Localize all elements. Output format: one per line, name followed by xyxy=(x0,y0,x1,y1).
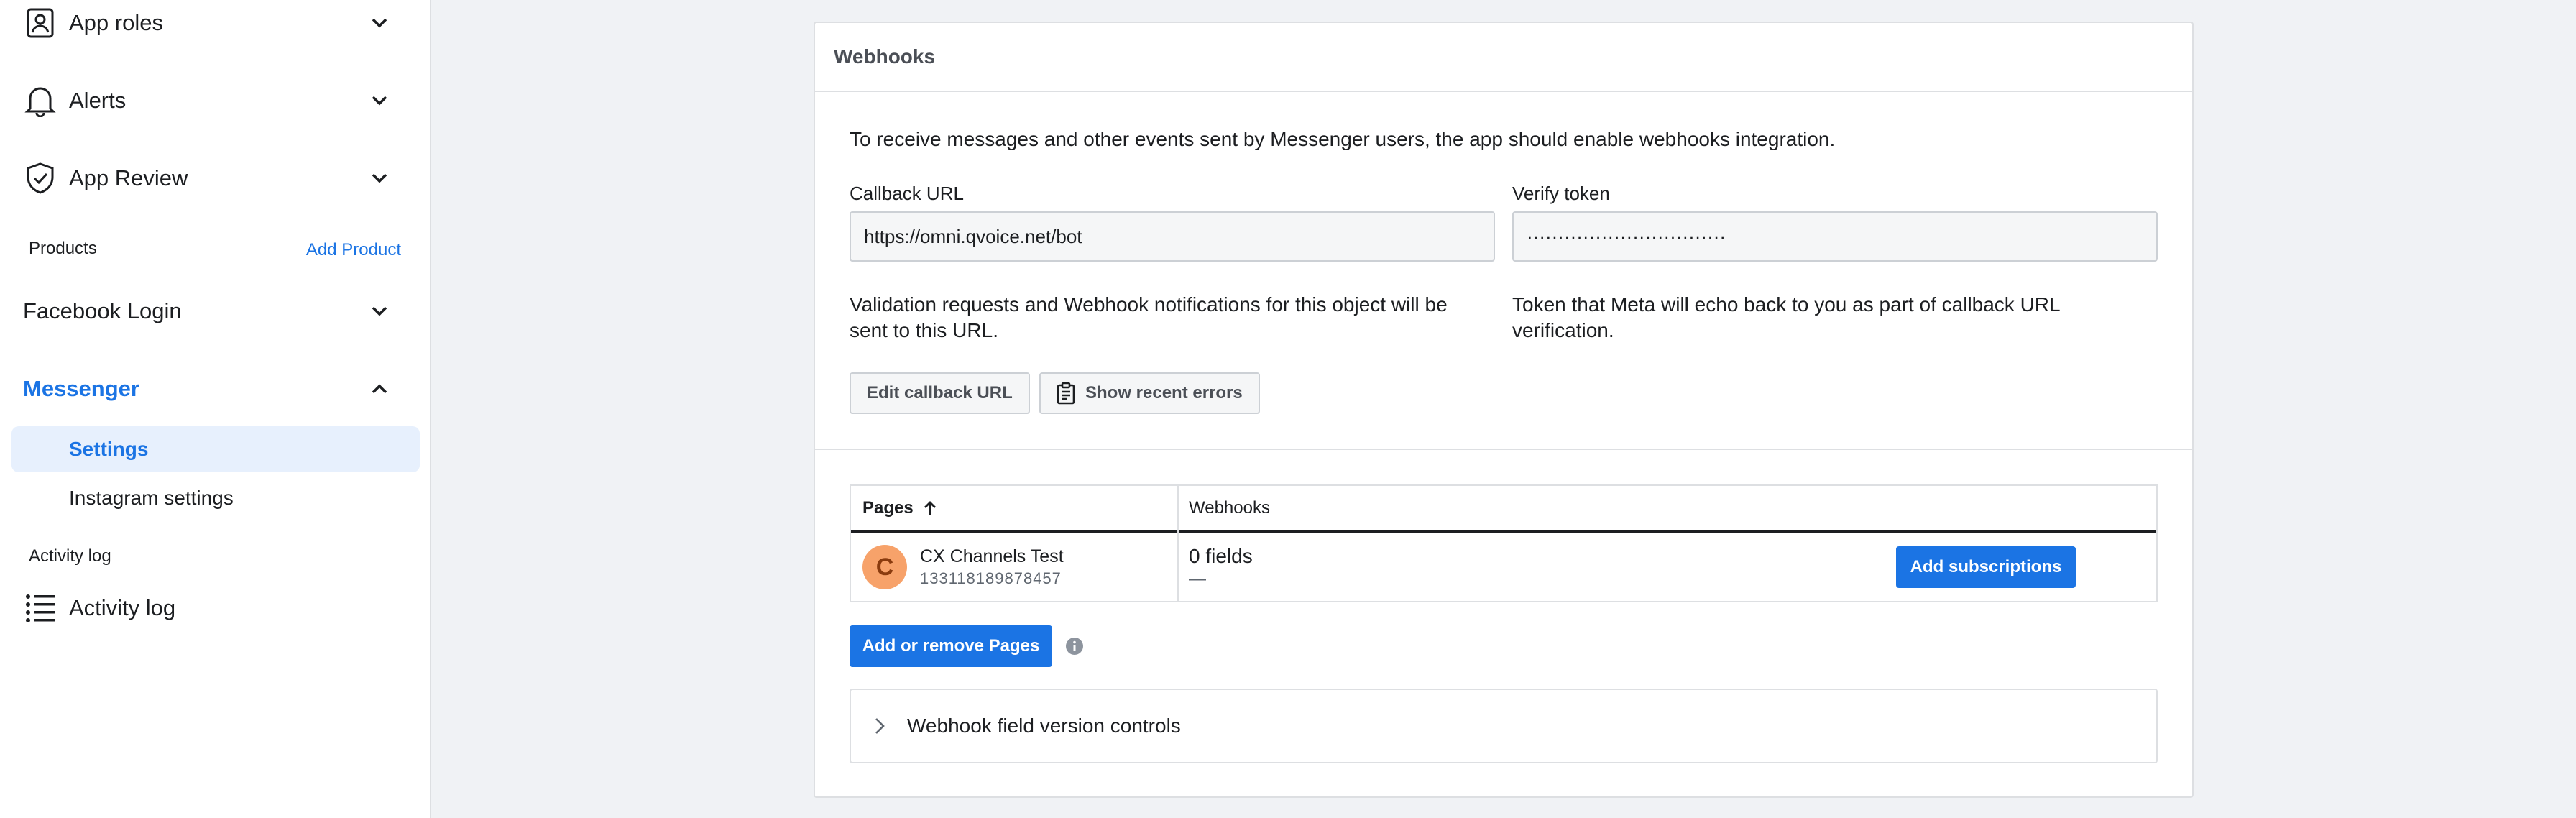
chevron-down-icon[interactable] xyxy=(367,165,392,191)
button-label: Show recent errors xyxy=(1085,383,1243,403)
header-rule xyxy=(851,530,2156,533)
version-controls-label: Webhook field version controls xyxy=(907,714,1181,737)
shield-check-icon xyxy=(23,161,58,196)
sidebar-item-label: Activity log xyxy=(69,595,176,620)
page-name: CX Channels Test xyxy=(920,546,1064,566)
callback-url-input[interactable] xyxy=(864,225,1494,248)
products-heading: Products xyxy=(29,239,97,258)
activity-heading: Activity log xyxy=(29,546,111,566)
chevron-down-icon[interactable] xyxy=(367,298,392,324)
sidebar-item-label: App Review xyxy=(69,165,188,190)
sidebar-subitem-settings[interactable]: Settings xyxy=(12,426,420,472)
column-header-label: Webhooks xyxy=(1189,498,1270,518)
button-label: Add or remove Pages xyxy=(862,636,1040,656)
callback-url-label: Callback URL xyxy=(850,183,964,204)
fields-count: 0 fields xyxy=(1189,545,1253,567)
sidebar-subitem-instagram-settings[interactable]: Instagram settings xyxy=(12,475,420,521)
sidebar-item-messenger[interactable]: Messenger xyxy=(0,360,431,418)
verify-token-input[interactable] xyxy=(1527,225,2156,248)
app-roles-icon xyxy=(23,6,58,40)
add-remove-pages-button[interactable]: Add or remove Pages xyxy=(850,625,1052,667)
page-avatar: C xyxy=(862,545,907,589)
webhooks-intro: To receive messages and other events sen… xyxy=(850,128,1836,150)
verify-token-label: Verify token xyxy=(1512,183,1610,204)
list-icon xyxy=(23,591,58,625)
column-header-pages[interactable]: Pages xyxy=(862,486,937,530)
sidebar-item-activity-log[interactable]: Activity log xyxy=(0,579,431,637)
button-label: Edit callback URL xyxy=(867,383,1013,403)
sidebar-item-label: App roles xyxy=(69,10,163,35)
sidebar-item-label: Messenger xyxy=(23,376,139,401)
chevron-down-icon[interactable] xyxy=(367,88,392,114)
fields-detail: — xyxy=(1189,569,1206,589)
column-header-label: Pages xyxy=(862,498,914,518)
sidebar-subitem-label: Settings xyxy=(69,438,149,460)
card-title: Webhooks xyxy=(834,45,936,68)
callback-url-help: Validation requests and Webhook notifica… xyxy=(850,293,1448,341)
webhooks-card: Webhooks To receive messages and other e… xyxy=(814,22,2194,798)
add-product-link[interactable]: Add Product xyxy=(306,240,401,260)
column-header-webhooks: Webhooks xyxy=(1189,486,1270,530)
sidebar-item-app-roles[interactable]: App roles xyxy=(0,0,431,52)
sidebar-item-alerts[interactable]: Alerts xyxy=(0,72,431,129)
page-id: 133118189878457 xyxy=(920,569,1062,587)
card-header: Webhooks xyxy=(815,23,2192,92)
clipboard-icon xyxy=(1057,382,1075,405)
column-divider xyxy=(1177,486,1179,601)
sidebar-subitem-label: Instagram settings xyxy=(69,487,234,509)
edit-callback-url-button[interactable]: Edit callback URL xyxy=(850,372,1030,414)
sidebar-item-label: Facebook Login xyxy=(23,298,182,323)
chevron-up-icon[interactable] xyxy=(367,376,392,402)
version-controls-accordion[interactable]: Webhook field version controls xyxy=(850,689,2158,763)
chevron-down-icon[interactable] xyxy=(367,10,392,36)
pages-table: Pages Webhooks C CX Channels Test 133118… xyxy=(850,484,2158,602)
sidebar-item-app-review[interactable]: App Review xyxy=(0,150,431,207)
info-icon[interactable] xyxy=(1065,637,1084,656)
section-divider xyxy=(815,449,2192,450)
show-recent-errors-button[interactable]: Show recent errors xyxy=(1039,372,1260,414)
verify-token-help: Token that Meta will echo back to you as… xyxy=(1512,293,2060,341)
bell-icon xyxy=(23,83,58,118)
sort-arrow-up-icon[interactable] xyxy=(924,500,937,516)
sidebar: App roles Alerts App Review Products Add… xyxy=(0,0,431,818)
chevron-right-icon[interactable] xyxy=(874,717,886,735)
add-subscriptions-button[interactable]: Add subscriptions xyxy=(1896,546,2076,588)
sidebar-item-facebook-login[interactable]: Facebook Login xyxy=(0,282,431,340)
sidebar-item-label: Alerts xyxy=(69,88,126,113)
verify-token-field[interactable] xyxy=(1512,211,2158,262)
button-label: Add subscriptions xyxy=(1910,557,2062,576)
callback-url-field[interactable] xyxy=(850,211,1495,262)
